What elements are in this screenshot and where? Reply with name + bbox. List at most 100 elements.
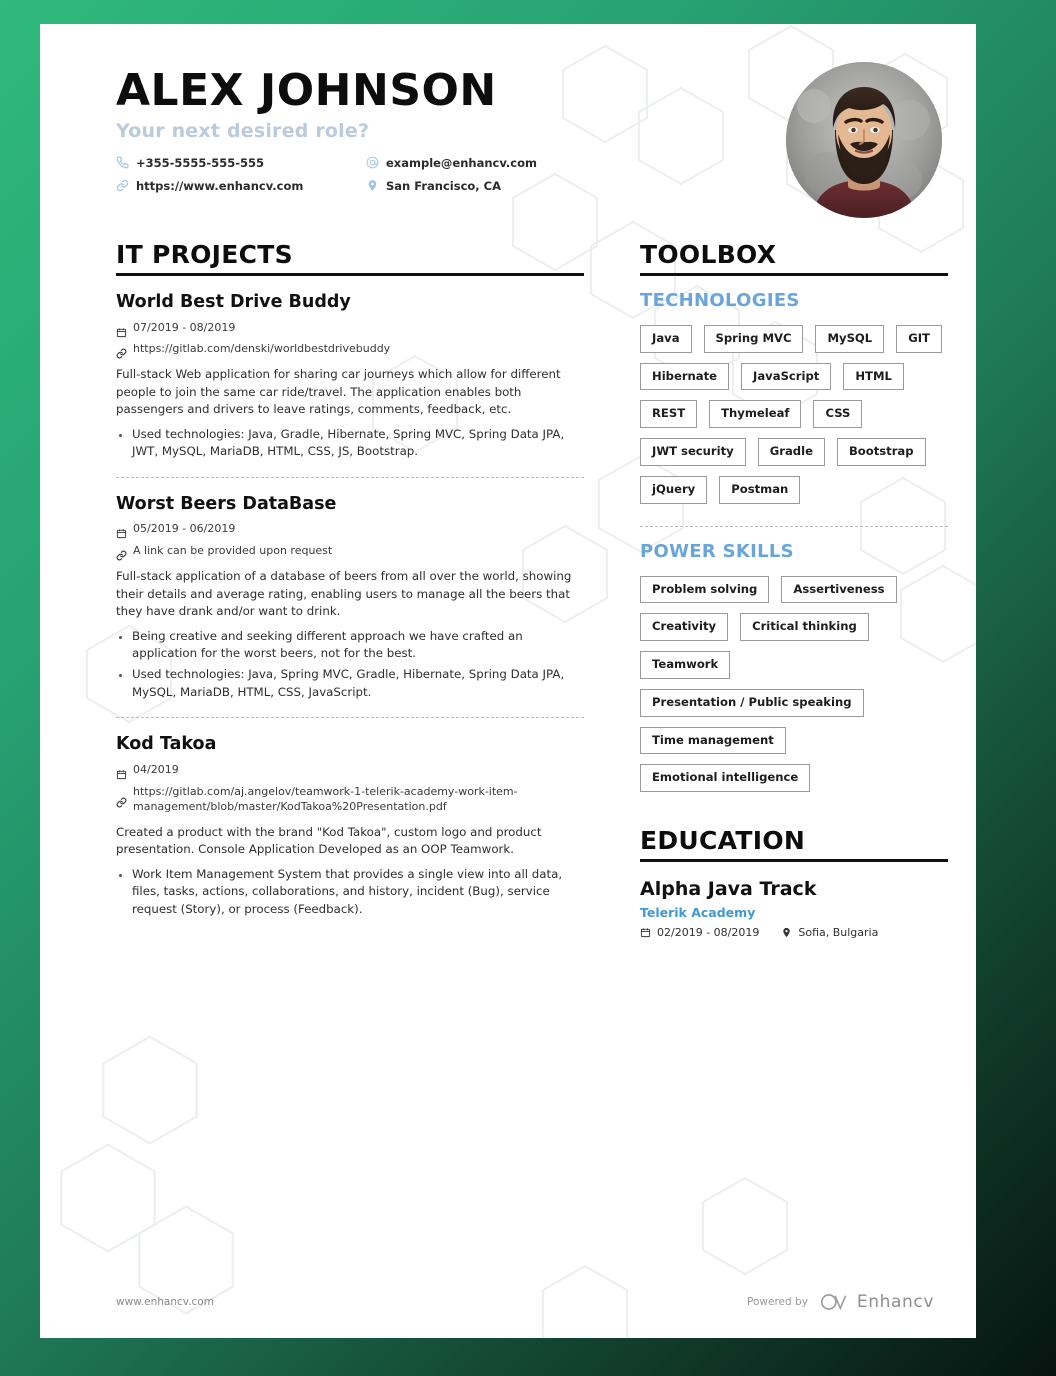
project-date-text: 04/2019 [133,763,179,777]
project-item: World Best Drive Buddy 07/2019 - 08/2019… [116,276,584,461]
contact-website-text: https://www.enhancv.com [136,178,304,193]
tag-technology[interactable]: HTML [843,362,904,391]
contact-location-text: San Francisco, CA [386,178,502,193]
project-date: 05/2019 - 06/2019 [116,522,584,539]
left-column: IT PROJECTS World Best Drive Buddy 07/20… [116,240,584,939]
tag-power-skill[interactable]: Problem solving [640,575,770,604]
enhancv-logo[interactable]: Enhancv [820,1292,934,1312]
resume-page: ALEX JOHNSON Your next desired role? +35… [40,24,976,1338]
contact-email-text: example@enhancv.com [386,155,537,170]
section-title-projects: IT PROJECTS [116,239,293,269]
tag-technology[interactable]: REST [640,400,698,428]
project-date-text: 07/2019 - 08/2019 [133,320,236,334]
project-description: Created a product with the brand "Kod Ta… [116,824,542,857]
footer-powered-by-label: Powered by [747,1296,808,1308]
contact-phone[interactable]: +355-5555-555-555 [116,156,366,170]
link-icon [116,179,129,192]
calendar-icon [116,765,127,780]
project-bullets: Being creative and seeking different app… [116,628,584,702]
project-title: Worst Beers DataBase [116,493,337,514]
resume-body: IT PROJECTS World Best Drive Buddy 07/20… [40,202,976,939]
tag-power-skill[interactable]: Time management [640,726,786,755]
section-rule [640,272,948,276]
avatar [786,62,942,218]
tag-technology[interactable]: MySQL [815,324,885,353]
tag-technology[interactable]: Gradle [757,438,825,466]
tag-technology[interactable]: Thymeleaf [709,400,802,428]
tag-technology[interactable]: Postman [719,475,801,504]
tag-technology[interactable]: Java [640,324,692,353]
project-item: Kod Takoa 04/2019 https://gitlab.com/aj.… [116,717,584,918]
phone-icon [116,156,129,169]
education-date-text: 02/2019 - 08/2019 [657,926,760,939]
tag-power-skill[interactable]: Teamwork [640,651,731,679]
tag-power-skill[interactable]: Presentation / Public speaking [640,688,864,717]
section-title-toolbox: TOOLBOX [640,239,777,269]
education-location: Sofia, Bulgaria [781,926,878,939]
power-skills-tag-list: Problem solving Assertiveness Creativity… [640,575,948,792]
tag-technology[interactable]: JWT security [640,438,746,466]
list-item: Used technologies: Java, Gradle, Hiberna… [132,426,584,461]
calendar-icon [116,323,127,337]
resume-header: ALEX JOHNSON Your next desired role? +35… [40,24,976,218]
calendar-icon [116,524,127,539]
tag-technology[interactable]: Bootstrap [836,438,926,466]
enhancv-mark-icon [820,1294,847,1311]
project-title: Kod Takoa [116,734,217,755]
section-rule [640,859,948,862]
project-title: World Best Drive Buddy [116,291,351,312]
contact-location[interactable]: San Francisco, CA [366,179,616,193]
project-link-text: https://gitlab.com/aj.angelov/teamwork-1… [133,785,518,813]
project-link[interactable]: https://gitlab.com/denski/worldbestdrive… [116,342,584,359]
tag-technology[interactable]: jQuery [640,475,708,504]
project-bullets: Used technologies: Java, Gradle, Hiberna… [116,426,584,461]
location-pin-icon [366,179,379,192]
email-icon [366,156,379,169]
project-link-text: A link can be provided upon request [133,544,333,558]
subsection-technologies-label: TECHNOLOGIES [640,289,800,311]
tag-technology[interactable]: Spring MVC [703,324,804,353]
footer-site-url[interactable]: www.enhancv.com [116,1296,214,1308]
calendar-icon [640,928,651,938]
tag-power-skill[interactable]: Assertiveness [781,575,897,604]
project-item: Worst Beers DataBase 05/2019 - 06/2019 A… [116,476,584,702]
subsection-power-skills-label: POWER SKILLS [640,540,794,562]
project-bullets: Work Item Management System that provide… [116,866,584,918]
project-description: Full-stack Web application for sharing c… [116,367,561,417]
education-location-text: Sofia, Bulgaria [798,926,879,939]
contact-list: +355-5555-555-555 example@enhancv.com ht… [116,156,616,202]
project-link[interactable]: https://gitlab.com/aj.angelov/teamwork-1… [116,785,584,815]
tag-power-skill[interactable]: Emotional intelligence [640,764,811,792]
contact-phone-text: +355-5555-555-555 [136,155,264,170]
education-organization: Telerik Academy [640,905,756,920]
avatar-photo [786,62,942,218]
section-title-education: EDUCATION [640,826,806,855]
project-date-text: 05/2019 - 06/2019 [133,522,236,536]
education-date: 02/2019 - 08/2019 [640,926,759,939]
project-link[interactable]: A link can be provided upon request [116,544,584,561]
contact-website[interactable]: https://www.enhancv.com [116,179,366,193]
link-icon [116,344,127,359]
contact-email[interactable]: example@enhancv.com [366,156,616,170]
education-section: EDUCATION Alpha Java Track Telerik Acade… [640,826,948,939]
divider [640,525,948,527]
education-meta: 02/2019 - 08/2019 Sofia, Bulgaria [640,926,948,939]
footer-branding: Powered by Enhancv [747,1292,934,1312]
right-column: TOOLBOX TECHNOLOGIES Java Spring MVC MyS… [640,240,948,939]
tag-technology[interactable]: GIT [896,324,942,353]
project-date: 07/2019 - 08/2019 [116,320,584,337]
technologies-tag-list: Java Spring MVC MySQL GIT Hibernate Java… [640,324,948,504]
tag-technology[interactable]: JavaScript [741,362,832,391]
list-item: Work Item Management System that provide… [132,866,584,918]
location-pin-icon [783,927,791,938]
project-date: 04/2019 [116,763,584,780]
tag-power-skill[interactable]: Critical thinking [740,613,869,641]
tag-power-skill[interactable]: Creativity [640,613,729,641]
footer-brand-name: Enhancv [856,1292,934,1312]
tag-technology[interactable]: Hibernate [640,362,730,391]
list-item: Used technologies: Java, Spring MVC, Gra… [132,666,584,701]
project-link-text: https://gitlab.com/denski/worldbestdrive… [133,342,391,356]
list-item: Being creative and seeking different app… [132,628,584,663]
tag-technology[interactable]: CSS [813,400,863,428]
link-icon [116,546,127,561]
